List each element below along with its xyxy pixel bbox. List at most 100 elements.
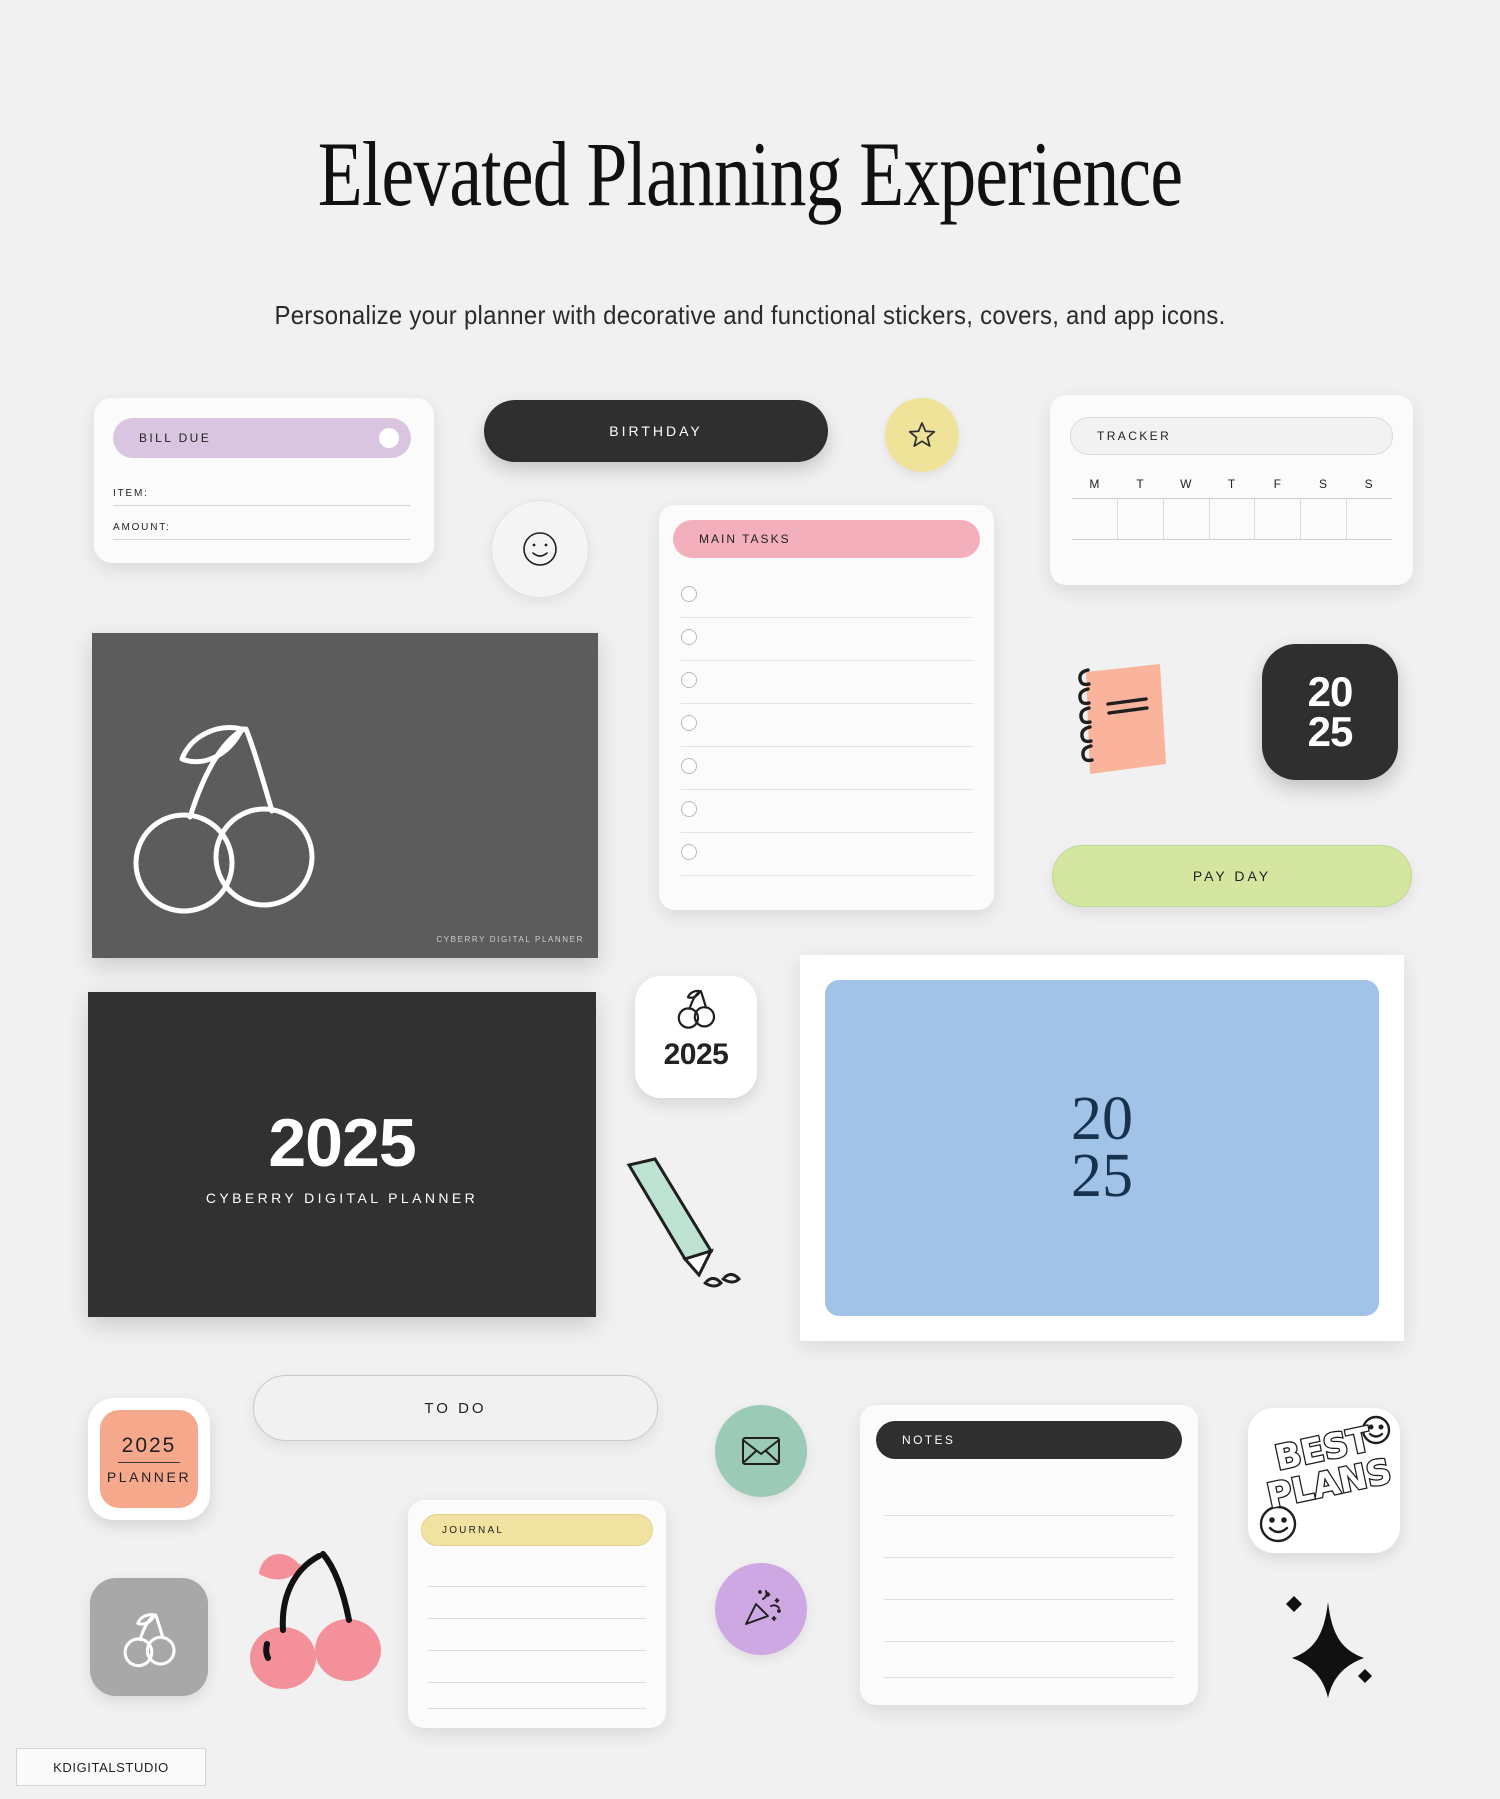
app-icon-planner-2025[interactable]: 2025 PLANNER	[88, 1398, 210, 1520]
journal-line[interactable]	[428, 1618, 646, 1619]
cherry-icon	[133, 725, 315, 914]
tracker-cell[interactable]	[1255, 499, 1302, 539]
task-checkbox[interactable]	[681, 672, 697, 688]
main-tasks-sticker[interactable]: MAIN TASKS	[659, 505, 994, 910]
birthday-label: BIRTHDAY	[609, 423, 703, 439]
tracker-day: F	[1273, 477, 1282, 491]
tracker-cell[interactable]	[1164, 499, 1210, 539]
app-icon-cherry-grey[interactable]	[90, 1578, 208, 1696]
sparkle-icon	[1286, 1596, 1372, 1698]
tracker-day: S	[1318, 477, 1328, 491]
tracker-header: TRACKER	[1070, 417, 1393, 455]
planner-cover-2025-blue[interactable]: 20 25	[825, 980, 1379, 1316]
bill-due-label: BILL DUE	[139, 431, 212, 445]
cherry-icon	[677, 989, 716, 1029]
task-checkbox[interactable]	[681, 844, 697, 860]
sparkle-sticker[interactable]	[1270, 1580, 1380, 1700]
note-line[interactable]	[884, 1641, 1174, 1642]
bill-due-amount-field[interactable]: AMOUNT:	[113, 522, 411, 540]
task-row[interactable]	[681, 575, 973, 618]
journal-label: JOURNAL	[442, 1524, 505, 1536]
task-row[interactable]	[681, 618, 973, 661]
tracker-day-headers: M T W T F S S	[1072, 477, 1392, 491]
bill-due-amount-label: AMOUNT:	[113, 522, 171, 533]
cherry-icon	[250, 1551, 381, 1689]
task-checkbox[interactable]	[681, 801, 697, 817]
tracker-cell[interactable]	[1072, 499, 1118, 539]
tracker-grid[interactable]	[1072, 498, 1392, 540]
bill-due-header: BILL DUE	[113, 418, 411, 458]
notes-label: NOTES	[902, 1433, 956, 1447]
journal-line[interactable]	[428, 1708, 646, 1709]
best-plans-sticker[interactable]: BEST PLANS BEST PLANS	[1248, 1408, 1400, 1553]
blue-cover-line2: 25	[1071, 1142, 1133, 1210]
cherry-sticker[interactable]	[243, 1540, 388, 1700]
app-icon-cherry-2025[interactable]: 2025	[635, 976, 757, 1098]
main-tasks-label: MAIN TASKS	[699, 532, 791, 546]
task-row[interactable]	[681, 833, 973, 876]
smiley-sticker[interactable]	[491, 500, 589, 598]
tracker-day: T	[1136, 477, 1145, 491]
tracker-cell[interactable]	[1301, 499, 1348, 539]
cherry-cover[interactable]: CYBERRY DIGITAL PLANNER	[92, 633, 598, 958]
app-icon-year: 2025	[663, 1038, 729, 1071]
pencil-icon	[626, 1157, 742, 1288]
note-line[interactable]	[884, 1515, 1174, 1516]
notes-header: NOTES	[876, 1421, 1182, 1459]
mail-sticker[interactable]	[715, 1405, 807, 1497]
planner-cover-2025-dark[interactable]: 2025 CYBERRY DIGITAL PLANNER	[88, 992, 596, 1317]
bill-due-sticker[interactable]: BILL DUE ITEM: AMOUNT:	[94, 398, 434, 563]
tracker-day: T	[1227, 477, 1237, 491]
notebook-sticker[interactable]	[1068, 656, 1176, 781]
tracker-sticker[interactable]: TRACKER M T W T F S S	[1050, 395, 1413, 585]
birthday-sticker[interactable]: BIRTHDAY	[484, 400, 828, 462]
task-checkbox[interactable]	[681, 715, 697, 731]
bill-due-checkbox[interactable]	[379, 428, 399, 448]
tracker-day: W	[1180, 477, 1193, 491]
star-sticker[interactable]	[885, 398, 959, 472]
task-row[interactable]	[681, 704, 973, 747]
tracker-cell[interactable]	[1210, 499, 1256, 539]
task-checkbox[interactable]	[681, 586, 697, 602]
note-line[interactable]	[884, 1557, 1174, 1558]
tracker-cell[interactable]	[1347, 499, 1392, 539]
task-row[interactable]	[681, 790, 973, 833]
notes-sticker[interactable]: NOTES	[860, 1405, 1198, 1705]
spiral-notebook-icon	[1078, 664, 1166, 774]
task-row[interactable]	[681, 747, 973, 790]
app-icon-2025-dark[interactable]: 20 25	[1262, 644, 1398, 780]
cover-brand: CYBERRY DIGITAL PLANNER	[205, 1189, 479, 1206]
journal-sticker[interactable]: JOURNAL	[408, 1500, 666, 1728]
main-tasks-header: MAIN TASKS	[673, 520, 980, 558]
star-icon	[908, 422, 936, 447]
note-line[interactable]	[884, 1677, 1174, 1678]
app-icon-2025-line1: 20	[1307, 668, 1354, 716]
confetti-icon	[745, 1590, 781, 1625]
pay-day-sticker[interactable]: PAY DAY	[1052, 845, 1412, 907]
app-icon-2025-line2: 25	[1307, 708, 1354, 755]
pencil-sticker[interactable]	[615, 1155, 760, 1300]
envelope-icon	[742, 1437, 780, 1465]
blue-cover-frame: 20 25	[800, 955, 1404, 1341]
to-do-sticker[interactable]: TO DO	[253, 1375, 658, 1441]
task-row[interactable]	[681, 661, 973, 704]
best-plans-icon: BEST PLANS	[1259, 1415, 1396, 1543]
cover-year: 2025	[268, 1104, 416, 1181]
journal-line[interactable]	[428, 1586, 646, 1587]
journal-line[interactable]	[428, 1650, 646, 1651]
footer-brand-label: KDIGITALSTUDIO	[53, 1759, 169, 1775]
cherry-icon	[123, 1613, 176, 1668]
note-line[interactable]	[884, 1599, 1174, 1600]
footer-brand-badge: KDIGITALSTUDIO	[16, 1748, 206, 1786]
bill-due-item-field[interactable]: ITEM:	[113, 488, 411, 506]
smiley-icon	[523, 532, 557, 566]
tracker-cell[interactable]	[1118, 499, 1164, 539]
app-icon-planner-label: PLANNER	[106, 1468, 192, 1485]
app-icon-planner-year: 2025	[121, 1433, 177, 1457]
task-checkbox[interactable]	[681, 629, 697, 645]
journal-line[interactable]	[428, 1682, 646, 1683]
pay-day-label: PAY DAY	[1192, 868, 1272, 884]
page-title: Elevated Planning Experience	[317, 123, 1183, 225]
confetti-sticker[interactable]	[715, 1563, 807, 1655]
task-checkbox[interactable]	[681, 758, 697, 774]
